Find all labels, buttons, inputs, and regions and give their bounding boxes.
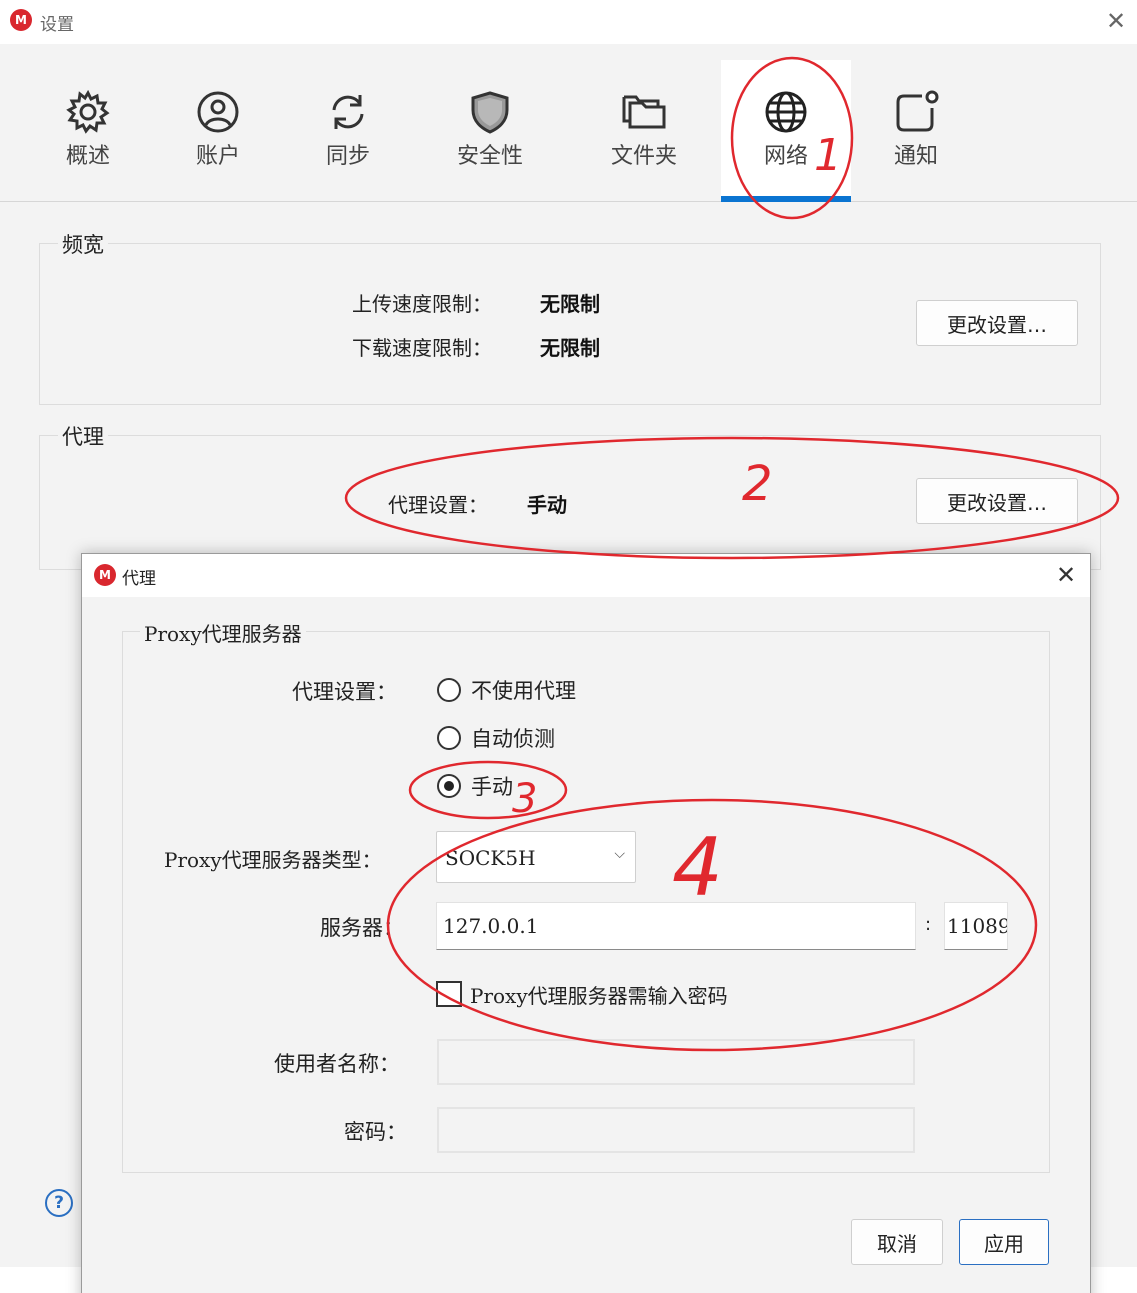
tab-folders[interactable]: 文件夹 [574,60,714,202]
radio-auto-detect[interactable] [437,726,461,750]
download-limit-value: 无限制 [540,336,600,360]
close-icon[interactable]: ✕ [1056,563,1076,587]
proxy-type-value: SOCK5H [445,846,536,870]
password-input[interactable] [437,1107,915,1153]
proxy-dialog: M 代理 ✕ Proxy代理服务器 代理设置： 不使用代理 自动侦测 手动 Pr… [81,553,1091,1293]
dialog-titlebar: M 代理 ✕ [82,554,1090,597]
server-input[interactable]: 127.0.0.1 [436,902,916,950]
mega-logo-icon: M [10,9,32,31]
notification-icon [896,90,939,132]
download-limit-label: 下载速度限制： [352,336,492,360]
radio-manual-label: 手动 [471,775,513,799]
cancel-button[interactable]: 取消 [851,1219,943,1265]
username-label: 使用者名称： [274,1052,400,1076]
mega-logo-icon: M [94,564,116,586]
tab-overview[interactable]: 概述 [28,60,148,202]
tab-network[interactable]: 网络 [721,60,851,202]
auth-checkbox-label: Proxy代理服务器需输入密码 [470,984,728,1008]
tab-label: 概述 [65,144,110,169]
username-input[interactable] [437,1039,915,1085]
tab-label: 账户 [195,144,240,169]
proxy-setting-value: 手动 [527,493,567,517]
tab-notifications[interactable]: 通知 [856,60,976,202]
globe-icon [765,91,807,133]
radio-auto-detect-label: 自动侦测 [471,727,555,751]
window-title: 设置 [40,15,74,35]
close-icon[interactable]: ✕ [1106,9,1126,33]
upload-limit-value: 无限制 [540,292,600,316]
tab-label: 同步 [325,144,370,169]
proxy-setting-label: 代理设置： [388,493,488,517]
tab-label: 安全性 [456,144,523,169]
shield-icon [471,91,509,134]
password-label: 密码： [344,1120,407,1144]
radio-no-proxy-label: 不使用代理 [471,679,576,703]
chevron-down-icon: ⌵ [614,846,625,862]
server-label: 服务器： [320,916,404,940]
upload-limit-label: 上传速度限制： [352,292,492,316]
settings-tabbar: 概述 账户 同步 安全性 文件夹 网络 通知 [0,44,1137,202]
tab-account[interactable]: 账户 [158,60,278,202]
tab-label: 通知 [893,144,938,169]
radio-selected-dot [444,781,454,791]
settings-titlebar: M 设置 ✕ [0,0,1137,44]
apply-button[interactable]: 应用 [959,1219,1049,1265]
proxy-type-label: Proxy代理服务器类型： [164,848,382,872]
radio-no-proxy[interactable] [437,678,461,702]
tab-sync[interactable]: 同步 [288,60,408,202]
radio-manual[interactable] [437,774,461,798]
proxy-type-select[interactable]: SOCK5H ⌵ [436,831,636,883]
help-icon[interactable]: ? [45,1189,73,1217]
folder-icon [622,95,666,129]
proxy-title: 代理 [58,421,108,451]
proxy-setting-label: 代理设置： [292,680,397,704]
port-input[interactable]: 11089 [944,902,1008,950]
proxy-server-group-title: Proxy代理服务器 [140,618,306,647]
bandwidth-change-button[interactable]: 更改设置… [916,300,1078,346]
tab-label: 文件夹 [610,144,677,169]
tab-label: 网络 [763,144,808,169]
proxy-change-button[interactable]: 更改设置… [916,478,1078,524]
bandwidth-title: 频宽 [58,229,108,259]
tab-security[interactable]: 安全性 [420,60,560,202]
sync-icon [332,95,364,129]
dialog-title: 代理 [122,569,156,589]
gear-icon [66,90,110,134]
user-icon [197,91,239,133]
auth-checkbox[interactable] [436,981,462,1007]
port-separator: : [925,914,932,935]
